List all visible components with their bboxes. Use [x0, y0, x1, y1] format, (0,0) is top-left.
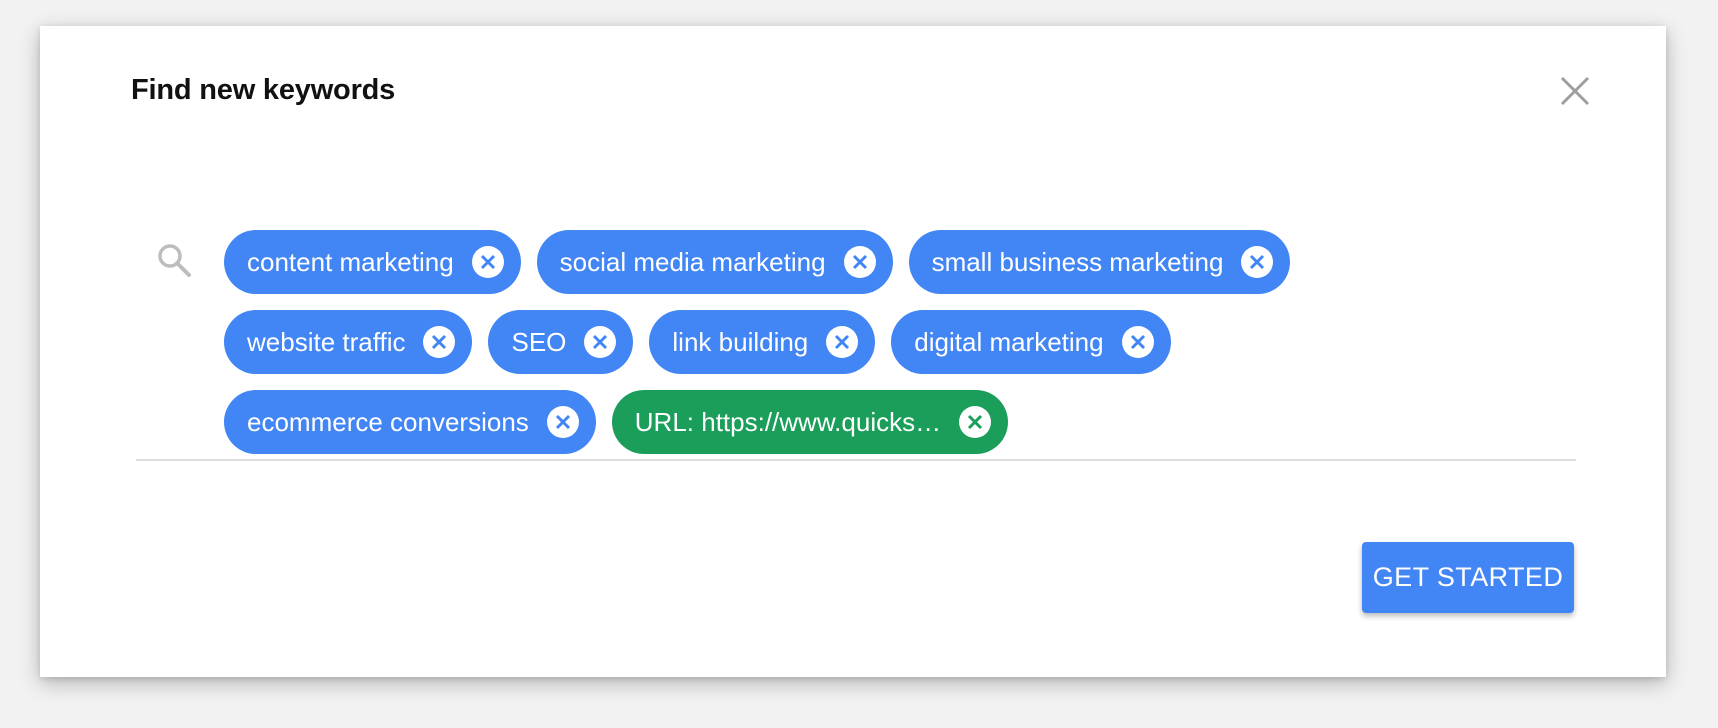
keyword-chip[interactable]: content marketing — [224, 230, 521, 294]
chip-row: ecommerce conversions URL: https://www.qu… — [224, 390, 1644, 454]
keyword-chip[interactable]: digital marketing — [891, 310, 1171, 374]
chip-row: content marketing social media marketing s… — [224, 230, 1644, 294]
remove-chip-button[interactable] — [584, 326, 617, 358]
url-chip[interactable]: URL: https://www.quicks… — [611, 390, 1009, 454]
dialog-title: Find new keywords — [131, 74, 396, 106]
chip-label: ecommerce conversions — [247, 406, 529, 437]
remove-circle-icon[interactable] — [479, 253, 497, 271]
remove-chip-button[interactable] — [546, 406, 579, 438]
keyword-chip[interactable]: link building — [649, 310, 876, 374]
chip-label: digital marketing — [914, 326, 1104, 357]
remove-circle-icon[interactable] — [851, 253, 869, 271]
keyword-chips-input[interactable]: content marketing social media marketing s… — [224, 230, 1644, 470]
remove-circle-icon[interactable] — [833, 333, 851, 351]
chip-label: URL: https://www.quicks… — [634, 406, 942, 437]
chip-label: content marketing — [247, 246, 454, 277]
search-icon — [158, 244, 191, 277]
remove-chip-button[interactable] — [1241, 246, 1274, 278]
chip-label: small business marketing — [931, 246, 1224, 277]
remove-circle-icon[interactable] — [430, 333, 448, 351]
chip-row: website traffic SEO link building digital m… — [224, 310, 1644, 374]
remove-chip-button[interactable] — [843, 246, 876, 278]
remove-chip-button[interactable] — [423, 326, 456, 358]
remove-circle-icon[interactable] — [591, 333, 609, 351]
input-underline — [136, 459, 1576, 461]
chip-label: SEO — [511, 326, 567, 357]
remove-chip-button[interactable] — [826, 326, 859, 358]
remove-circle-icon[interactable] — [1248, 253, 1266, 271]
find-keywords-dialog: Find new keywords content marketing socia… — [40, 26, 1666, 677]
keyword-chip[interactable]: website traffic — [224, 310, 473, 374]
remove-circle-icon[interactable] — [1129, 333, 1147, 351]
remove-chip-button[interactable] — [959, 406, 992, 438]
close-icon[interactable] — [1558, 74, 1592, 108]
get-started-button[interactable]: GET STARTED — [1362, 542, 1574, 613]
keyword-chip[interactable]: SEO — [488, 310, 634, 374]
keyword-chip[interactable]: social media marketing — [536, 230, 893, 294]
keyword-chip[interactable]: small business marketing — [908, 230, 1291, 294]
chip-label: link building — [672, 326, 809, 357]
remove-chip-button[interactable] — [471, 246, 504, 278]
remove-circle-icon[interactable] — [966, 413, 984, 431]
close-button[interactable] — [1558, 74, 1592, 108]
chip-label: website traffic — [247, 326, 406, 357]
chip-label: social media marketing — [559, 246, 826, 277]
remove-chip-button[interactable] — [1121, 326, 1154, 358]
remove-circle-icon[interactable] — [554, 413, 572, 431]
keyword-chip[interactable]: ecommerce conversions — [224, 390, 596, 454]
